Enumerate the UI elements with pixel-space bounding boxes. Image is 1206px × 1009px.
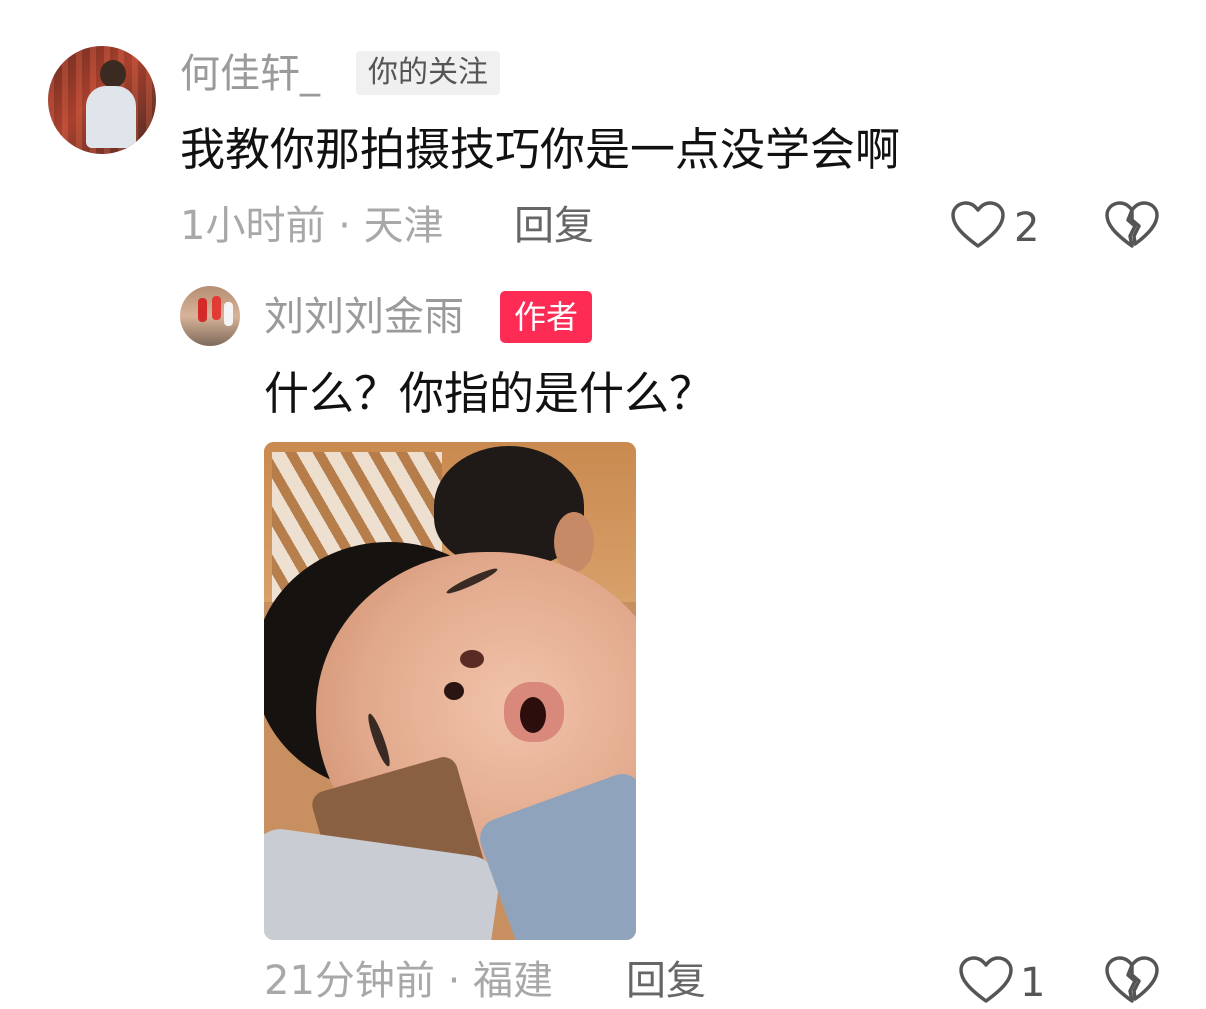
- comment-username[interactable]: 何佳轩_: [180, 50, 320, 98]
- image-nostril: [460, 650, 484, 668]
- reply-button[interactable]: 回复: [514, 200, 594, 252]
- reply-username[interactable]: 刘刘刘金雨: [264, 292, 464, 342]
- image-nostril: [444, 682, 464, 700]
- like-count: 2: [1014, 205, 1040, 251]
- avatar-player: [224, 302, 233, 326]
- heart-outline-icon[interactable]: [958, 955, 1014, 1007]
- broken-heart-icon[interactable]: [1104, 200, 1160, 252]
- image-mouth-inner: [520, 697, 546, 733]
- reply-avatar[interactable]: [180, 286, 240, 346]
- follow-badge: 你的关注: [356, 51, 500, 95]
- heart-outline-icon[interactable]: [950, 200, 1006, 252]
- broken-heart-icon[interactable]: [1104, 955, 1160, 1007]
- avatar-player: [212, 296, 221, 320]
- like-count: 1: [1020, 960, 1046, 1006]
- reply-meta: 21分钟前 · 福建: [264, 958, 554, 1004]
- avatar-figure-body: [86, 86, 136, 148]
- avatar-player: [198, 298, 207, 322]
- image-background-ear: [554, 512, 594, 572]
- reply-button[interactable]: 回复: [626, 955, 706, 1007]
- author-badge: 作者: [500, 291, 593, 343]
- avatar[interactable]: [48, 46, 156, 154]
- avatar-figure-head: [100, 60, 126, 88]
- reply-text[interactable]: 什么？你指的是什么？: [264, 364, 714, 424]
- reply-image[interactable]: [264, 442, 636, 940]
- comment-text[interactable]: 我教你那拍摄技巧你是一点没学会啊: [180, 120, 900, 180]
- comment-meta: 1小时前 · 天津: [180, 203, 444, 249]
